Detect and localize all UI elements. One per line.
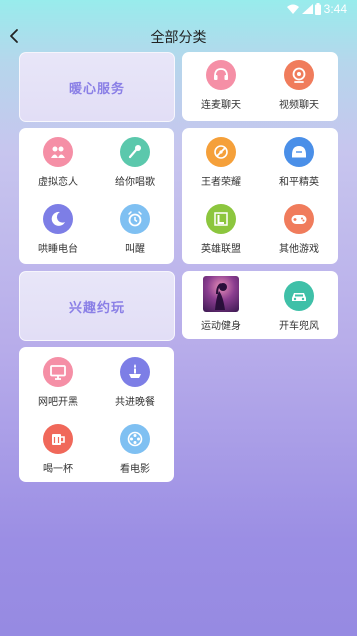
film-reel-icon [120, 424, 150, 454]
camera-icon [284, 60, 314, 90]
item-virtual-lover[interactable]: 虚拟恋人 [28, 133, 88, 191]
banner-warm-services: 暖心服务 [19, 52, 175, 122]
item-sing-for-you[interactable]: 给你唱歌 [105, 133, 165, 191]
item-peace-elite[interactable]: 和平精英 [269, 133, 329, 191]
microphone-icon [120, 137, 150, 167]
game-compass-icon [206, 137, 236, 167]
battery-icon [315, 3, 321, 15]
gamepad-icon [284, 204, 314, 234]
item-honor-of-kings-label: 王者荣耀 [201, 177, 241, 188]
item-drive[interactable]: 开车兜风 [269, 277, 329, 335]
item-honor-of-kings[interactable]: 王者荣耀 [191, 133, 251, 191]
header: 全部分类 [0, 24, 357, 48]
banner-warm-services-label: 暖心服务 [68, 81, 125, 97]
item-lianmai-chat-label: 连麦聊天 [201, 100, 241, 111]
card-social: 网吧开黑 共进晚餐 喝一杯 看电影 [19, 347, 174, 482]
item-other-games[interactable]: 其他游戏 [269, 200, 329, 258]
item-dinner-label: 共进晚餐 [115, 397, 155, 408]
status-time: 3:44 [323, 2, 347, 16]
card-companion: 虚拟恋人 给你唱歌 哄睡电台 叫醒 [19, 128, 174, 264]
item-sleep-radio[interactable]: 哄睡电台 [28, 200, 88, 258]
item-internet-cafe[interactable]: 网吧开黑 [28, 353, 88, 411]
item-league-of-legends[interactable]: 英雄联盟 [191, 200, 251, 258]
item-have-a-drink[interactable]: 喝一杯 [28, 420, 88, 478]
car-icon [284, 281, 314, 311]
item-lianmai-chat[interactable]: 连麦聊天 [191, 56, 251, 114]
alarm-clock-icon [120, 204, 150, 234]
mic-icon [206, 60, 236, 90]
banner-interest-play: 兴趣约玩 [19, 271, 175, 341]
item-dinner[interactable]: 共进晚餐 [105, 353, 165, 411]
item-have-a-drink-label: 喝一杯 [43, 464, 73, 475]
item-wake-up-label: 叫醒 [125, 244, 145, 255]
item-other-games-label: 其他游戏 [279, 244, 319, 255]
banner-interest-play-label: 兴趣约玩 [68, 300, 125, 316]
wifi-icon [287, 4, 299, 14]
candle-dinner-icon [120, 357, 150, 387]
item-video-chat[interactable]: 视频聊天 [269, 56, 329, 114]
status-bar: 3:44 [0, 0, 357, 20]
item-sing-for-you-label: 给你唱歌 [115, 177, 155, 188]
helmet-icon [284, 137, 314, 167]
item-video-chat-label: 视频聊天 [279, 100, 319, 111]
page-title: 全部分类 [150, 30, 207, 46]
item-peace-elite-label: 和平精英 [279, 177, 319, 188]
monitor-icon [43, 357, 73, 387]
fitness-photo-icon [203, 276, 239, 312]
item-watch-movie[interactable]: 看电影 [105, 420, 165, 478]
item-drive-label: 开车兜风 [279, 321, 319, 332]
lol-logo-icon [206, 204, 236, 234]
moon-icon [43, 204, 73, 234]
item-fitness-label: 运动健身 [201, 321, 241, 332]
item-virtual-lover-label: 虚拟恋人 [38, 177, 78, 188]
card-chat: 连麦聊天 视频聊天 [182, 52, 338, 121]
item-sleep-radio-label: 哄睡电台 [38, 244, 78, 255]
item-internet-cafe-label: 网吧开黑 [38, 397, 78, 408]
card-games: 王者荣耀 和平精英 英雄联盟 其他游戏 [182, 128, 338, 264]
item-watch-movie-label: 看电影 [120, 464, 150, 475]
beer-mug-icon [43, 424, 73, 454]
item-wake-up[interactable]: 叫醒 [105, 200, 165, 258]
couple-icon [43, 137, 73, 167]
item-fitness[interactable]: 运动健身 [191, 276, 251, 335]
item-league-of-legends-label: 英雄联盟 [201, 244, 241, 255]
signal-icon [302, 4, 313, 14]
card-activities: 运动健身 开车兜风 [182, 271, 338, 339]
